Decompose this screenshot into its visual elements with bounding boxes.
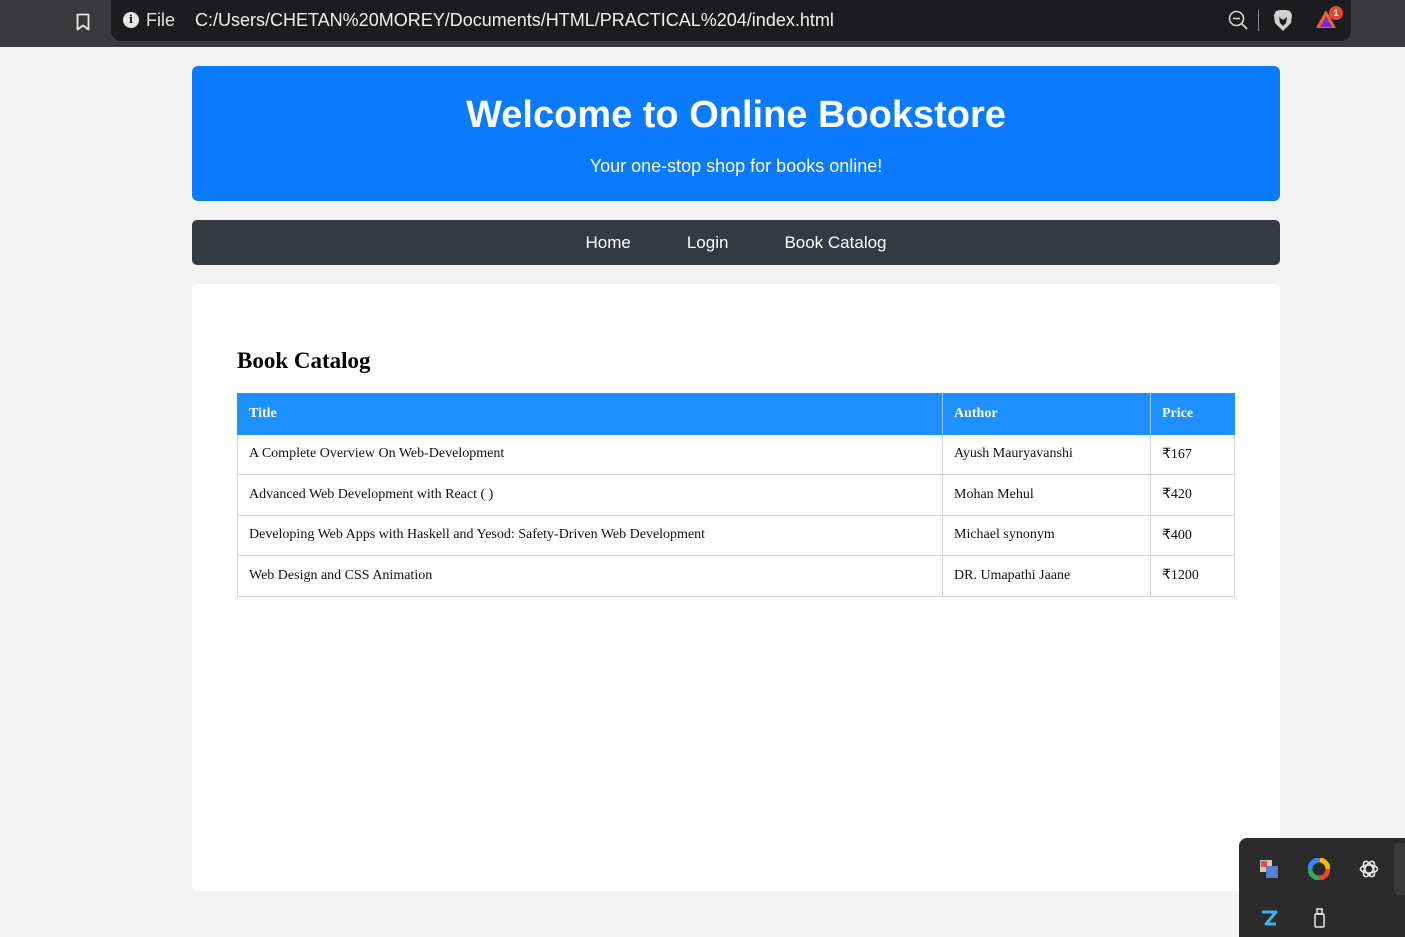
column-header-price: Price bbox=[1150, 393, 1235, 435]
brave-shield-icon[interactable] bbox=[1273, 9, 1293, 37]
vpn-app-icon[interactable] bbox=[1258, 907, 1280, 929]
nav-home-link[interactable]: Home bbox=[585, 233, 630, 253]
book-price-cell: ₹420 bbox=[1150, 474, 1235, 516]
chatgpt-icon[interactable] bbox=[1358, 858, 1380, 880]
nav-login-link[interactable]: Login bbox=[687, 233, 729, 253]
rewards-badge: 1 bbox=[1329, 6, 1343, 20]
url-scheme-label: File bbox=[146, 10, 176, 30]
main-nav: Home Login Book Catalog bbox=[192, 220, 1280, 265]
table-row: A Complete Overview On Web-Development A… bbox=[237, 433, 1235, 475]
book-author-cell: Ayush Mauryavanshi bbox=[942, 433, 1151, 475]
usb-drive-icon[interactable] bbox=[1308, 907, 1330, 929]
book-title-cell: Advanced Web Development with React ( ) bbox=[237, 474, 943, 516]
table-row: Web Design and CSS Animation DR. Umapath… bbox=[237, 555, 1235, 597]
book-author-cell: Mohan Mehul bbox=[942, 474, 1151, 516]
book-title-cell: Web Design and CSS Animation bbox=[237, 555, 943, 597]
table-row: Advanced Web Development with React ( ) … bbox=[237, 474, 1235, 516]
browser-toolbar: i File C:/Users/CHETAN%20MOREY/Documents… bbox=[0, 0, 1405, 47]
site-title: Welcome to Online Bookstore bbox=[466, 94, 1006, 136]
table-row: Developing Web Apps with Haskell and Yes… bbox=[237, 514, 1235, 556]
address-bar[interactable]: i File C:/Users/CHETAN%20MOREY/Documents… bbox=[111, 0, 1351, 41]
book-author-cell: Michael synonym bbox=[942, 514, 1151, 556]
nav-book-catalog-link[interactable]: Book Catalog bbox=[784, 233, 886, 253]
catalog-heading: Book Catalog bbox=[237, 348, 371, 373]
column-header-title: Title bbox=[237, 393, 943, 435]
site-header: Welcome to Online Bookstore Your one-sto… bbox=[192, 66, 1280, 201]
book-author-cell: DR. Umapathi Jaane bbox=[942, 555, 1151, 597]
tray-scroll-edge bbox=[1394, 843, 1405, 895]
book-title-cell: Developing Web Apps with Haskell and Yes… bbox=[237, 514, 943, 556]
toolbar-divider bbox=[1258, 10, 1259, 31]
zoom-out-icon[interactable] bbox=[1228, 10, 1248, 35]
book-title-cell: A Complete Overview On Web-Development bbox=[237, 433, 943, 475]
content-card: Book Catalog Title Author Price A Comple… bbox=[192, 284, 1280, 891]
url-text[interactable]: C:/Users/CHETAN%20MOREY/Documents/HTML/P… bbox=[195, 10, 834, 31]
bookmark-icon[interactable] bbox=[72, 10, 94, 34]
column-header-author: Author bbox=[942, 393, 1151, 435]
color-wheel-app-icon[interactable] bbox=[1307, 857, 1331, 881]
book-price-cell: ₹1200 bbox=[1150, 555, 1235, 597]
table-header-row: Title Author Price bbox=[237, 393, 1235, 435]
translate-app-icon[interactable] bbox=[1258, 858, 1280, 880]
book-price-cell: ₹400 bbox=[1150, 514, 1235, 556]
site-subtitle: Your one-stop shop for books online! bbox=[589, 156, 883, 176]
info-icon[interactable]: i bbox=[123, 12, 139, 28]
book-price-cell: ₹167 bbox=[1150, 433, 1235, 475]
book-catalog-table: Title Author Price A Complete Overview O… bbox=[237, 393, 1235, 597]
system-tray-overflow bbox=[1239, 838, 1405, 937]
